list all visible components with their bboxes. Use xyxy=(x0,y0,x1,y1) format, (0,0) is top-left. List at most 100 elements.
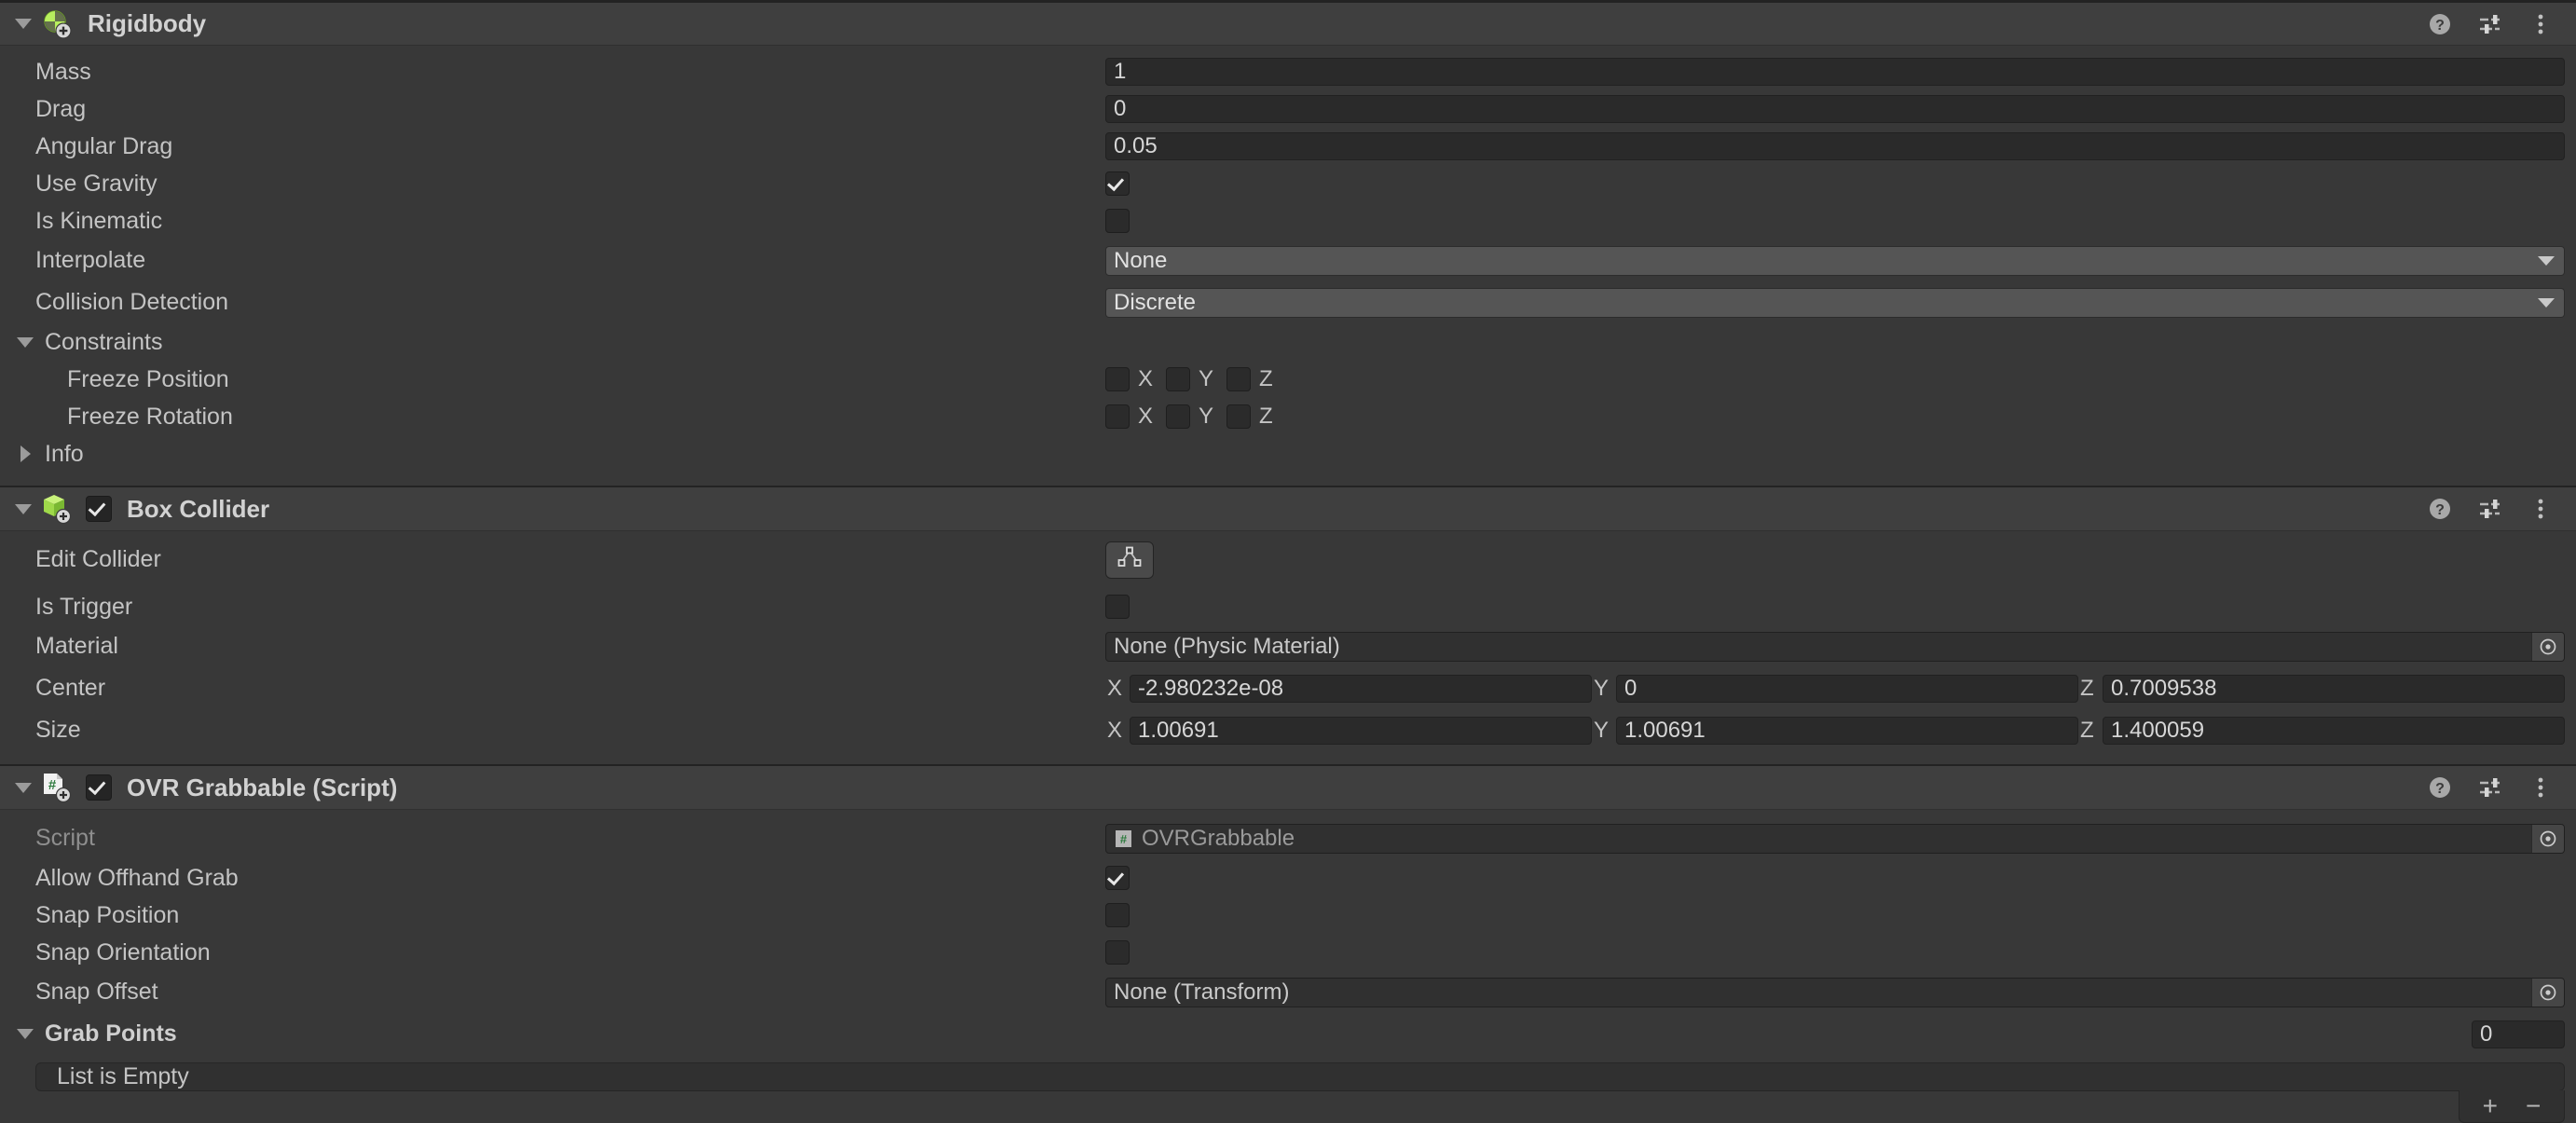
property-field: None (Transform) xyxy=(1105,978,2576,1007)
foldout-toggle-box-collider[interactable] xyxy=(11,497,35,521)
size-z-input[interactable]: 1.400059 xyxy=(2103,717,2565,745)
allow-offhand-grab-checkbox[interactable] xyxy=(1105,866,1130,890)
snap-position-checkbox[interactable] xyxy=(1105,903,1130,927)
freeze-position-y[interactable]: Y xyxy=(1166,366,1213,392)
mass-input[interactable]: 1 xyxy=(1105,58,2565,86)
chevron-down-icon xyxy=(15,783,32,793)
freeze-position-z-checkbox[interactable] xyxy=(1226,367,1251,391)
size-y-cell: Y 1.00691 xyxy=(1592,717,2078,745)
axis-label-z: Z xyxy=(1259,366,1273,392)
more-menu-icon[interactable] xyxy=(2526,9,2555,39)
chevron-down-icon xyxy=(15,504,32,514)
freeze-position-y-checkbox[interactable] xyxy=(1166,367,1190,391)
help-icon[interactable]: ? xyxy=(2425,494,2455,524)
property-label: Snap Position xyxy=(0,902,1105,929)
info-foldout-row[interactable]: Info xyxy=(0,435,2576,472)
center-y-input[interactable]: 0 xyxy=(1616,675,2078,703)
property-label: Material xyxy=(0,633,1105,660)
property-row-collision-detection: Collision Detection Discrete xyxy=(0,281,2576,323)
freeze-rotation-x[interactable]: X xyxy=(1105,404,1153,430)
grab-points-foldout[interactable]: Grab Points xyxy=(0,1020,1105,1048)
material-value: None (Physic Material) xyxy=(1114,634,2531,660)
size-x-input[interactable]: 1.00691 xyxy=(1130,717,1592,745)
axis-label-x: X xyxy=(1105,676,1130,702)
use-gravity-checkbox[interactable] xyxy=(1105,171,1130,196)
freeze-rotation-z-checkbox[interactable] xyxy=(1226,404,1251,429)
spacer xyxy=(0,751,2576,764)
property-row-interpolate: Interpolate None xyxy=(0,240,2576,281)
center-x-input[interactable]: -2.980232e-08 xyxy=(1130,675,1592,703)
object-picker-icon[interactable] xyxy=(2531,979,2564,1007)
foldout-toggle-constraints[interactable] xyxy=(13,330,37,354)
add-element-button[interactable]: + xyxy=(2483,1093,2498,1119)
box-collider-icon xyxy=(41,493,73,525)
script-value: OVRGrabbable xyxy=(1142,826,2531,852)
foldout-toggle-rigidbody[interactable] xyxy=(11,12,35,36)
edit-collider-button[interactable] xyxy=(1105,541,1154,579)
object-picker-icon[interactable] xyxy=(2531,633,2564,661)
foldout-toggle-ovr-grabbable[interactable] xyxy=(11,775,35,800)
material-object-field[interactable]: None (Physic Material) xyxy=(1105,632,2565,662)
collision-detection-dropdown[interactable]: Discrete xyxy=(1105,288,2565,318)
preset-icon[interactable] xyxy=(2475,9,2505,39)
foldout-toggle-info[interactable] xyxy=(13,442,37,466)
property-field: X -2.980232e-08 Y 0 Z 0.7009538 xyxy=(1105,675,2576,703)
property-row-allow-offhand-grab: Allow Offhand Grab xyxy=(0,859,2576,897)
help-icon[interactable]: ? xyxy=(2425,773,2455,802)
freeze-rotation-x-checkbox[interactable] xyxy=(1105,404,1130,429)
drag-input[interactable]: 0 xyxy=(1105,95,2565,123)
svg-text:?: ? xyxy=(2435,781,2445,797)
object-picker-icon[interactable] xyxy=(2531,825,2564,853)
remove-element-button[interactable]: − xyxy=(2526,1093,2541,1119)
property-row-snap-offset: Snap Offset None (Transform) xyxy=(0,971,2576,1013)
freeze-rotation-z[interactable]: Z xyxy=(1226,404,1273,430)
property-label: Interpolate xyxy=(0,247,1105,274)
unity-inspector-panel: Rigidbody ? xyxy=(0,0,2576,1111)
cs-script-icon: # xyxy=(1114,828,1134,850)
freeze-position-x-checkbox[interactable] xyxy=(1105,367,1130,391)
interpolate-dropdown[interactable]: None xyxy=(1105,246,2565,276)
more-menu-icon[interactable] xyxy=(2526,494,2555,524)
help-icon[interactable]: ? xyxy=(2425,9,2455,39)
freeze-rotation-y-checkbox[interactable] xyxy=(1166,404,1190,429)
component-header-ovr-grabbable[interactable]: # OVR Grabbable (Script) ? xyxy=(0,764,2576,810)
center-z-input[interactable]: 0.7009538 xyxy=(2103,675,2565,703)
grab-points-foldout-row[interactable]: Grab Points 0 xyxy=(0,1013,2576,1055)
snap-offset-object-field[interactable]: None (Transform) xyxy=(1105,978,2565,1007)
freeze-position-x[interactable]: X xyxy=(1105,366,1153,392)
component-header-actions: ? xyxy=(2425,494,2576,524)
constraints-foldout-row[interactable]: Constraints xyxy=(0,323,2576,361)
snap-orientation-checkbox[interactable] xyxy=(1105,940,1130,965)
property-label: Center xyxy=(0,675,1105,702)
angular-drag-input[interactable]: 0.05 xyxy=(1105,132,2565,160)
spacer xyxy=(0,810,2576,817)
more-menu-icon[interactable] xyxy=(2526,773,2555,802)
axis-label-y: Y xyxy=(1592,676,1616,702)
property-row-edit-collider: Edit Collider xyxy=(0,539,2576,581)
preset-icon[interactable] xyxy=(2475,494,2505,524)
property-row-drag: Drag 0 xyxy=(0,90,2576,128)
property-label: Use Gravity xyxy=(0,171,1105,198)
property-row-is-kinematic: Is Kinematic xyxy=(0,202,2576,240)
is-trigger-checkbox[interactable] xyxy=(1105,595,1130,619)
is-kinematic-checkbox[interactable] xyxy=(1105,209,1130,233)
box-collider-enabled-checkbox[interactable] xyxy=(86,496,112,522)
spacer xyxy=(0,531,2576,539)
foldout-toggle-grab-points[interactable] xyxy=(13,1022,37,1047)
freeze-rotation-y[interactable]: Y xyxy=(1166,404,1213,430)
property-field: 0.05 xyxy=(1105,132,2576,160)
preset-icon[interactable] xyxy=(2475,773,2505,802)
property-row-freeze-position: Freeze Position X Y Z xyxy=(0,361,2576,398)
edit-collider-icon xyxy=(1117,545,1143,574)
property-label: Is Kinematic xyxy=(0,208,1105,235)
freeze-position-z[interactable]: Z xyxy=(1226,366,1273,392)
property-field: 1 xyxy=(1105,58,2576,86)
component-header-rigidbody[interactable]: Rigidbody ? xyxy=(0,0,2576,46)
ovr-grabbable-enabled-checkbox[interactable] xyxy=(86,774,112,801)
size-y-input[interactable]: 1.00691 xyxy=(1616,717,2078,745)
constraints-foldout[interactable]: Constraints xyxy=(0,329,1105,356)
grab-points-size-input[interactable]: 0 xyxy=(2472,1020,2565,1048)
component-header-box-collider[interactable]: Box Collider ? xyxy=(0,486,2576,531)
info-foldout[interactable]: Info xyxy=(0,441,1105,468)
property-field xyxy=(1105,940,2576,965)
